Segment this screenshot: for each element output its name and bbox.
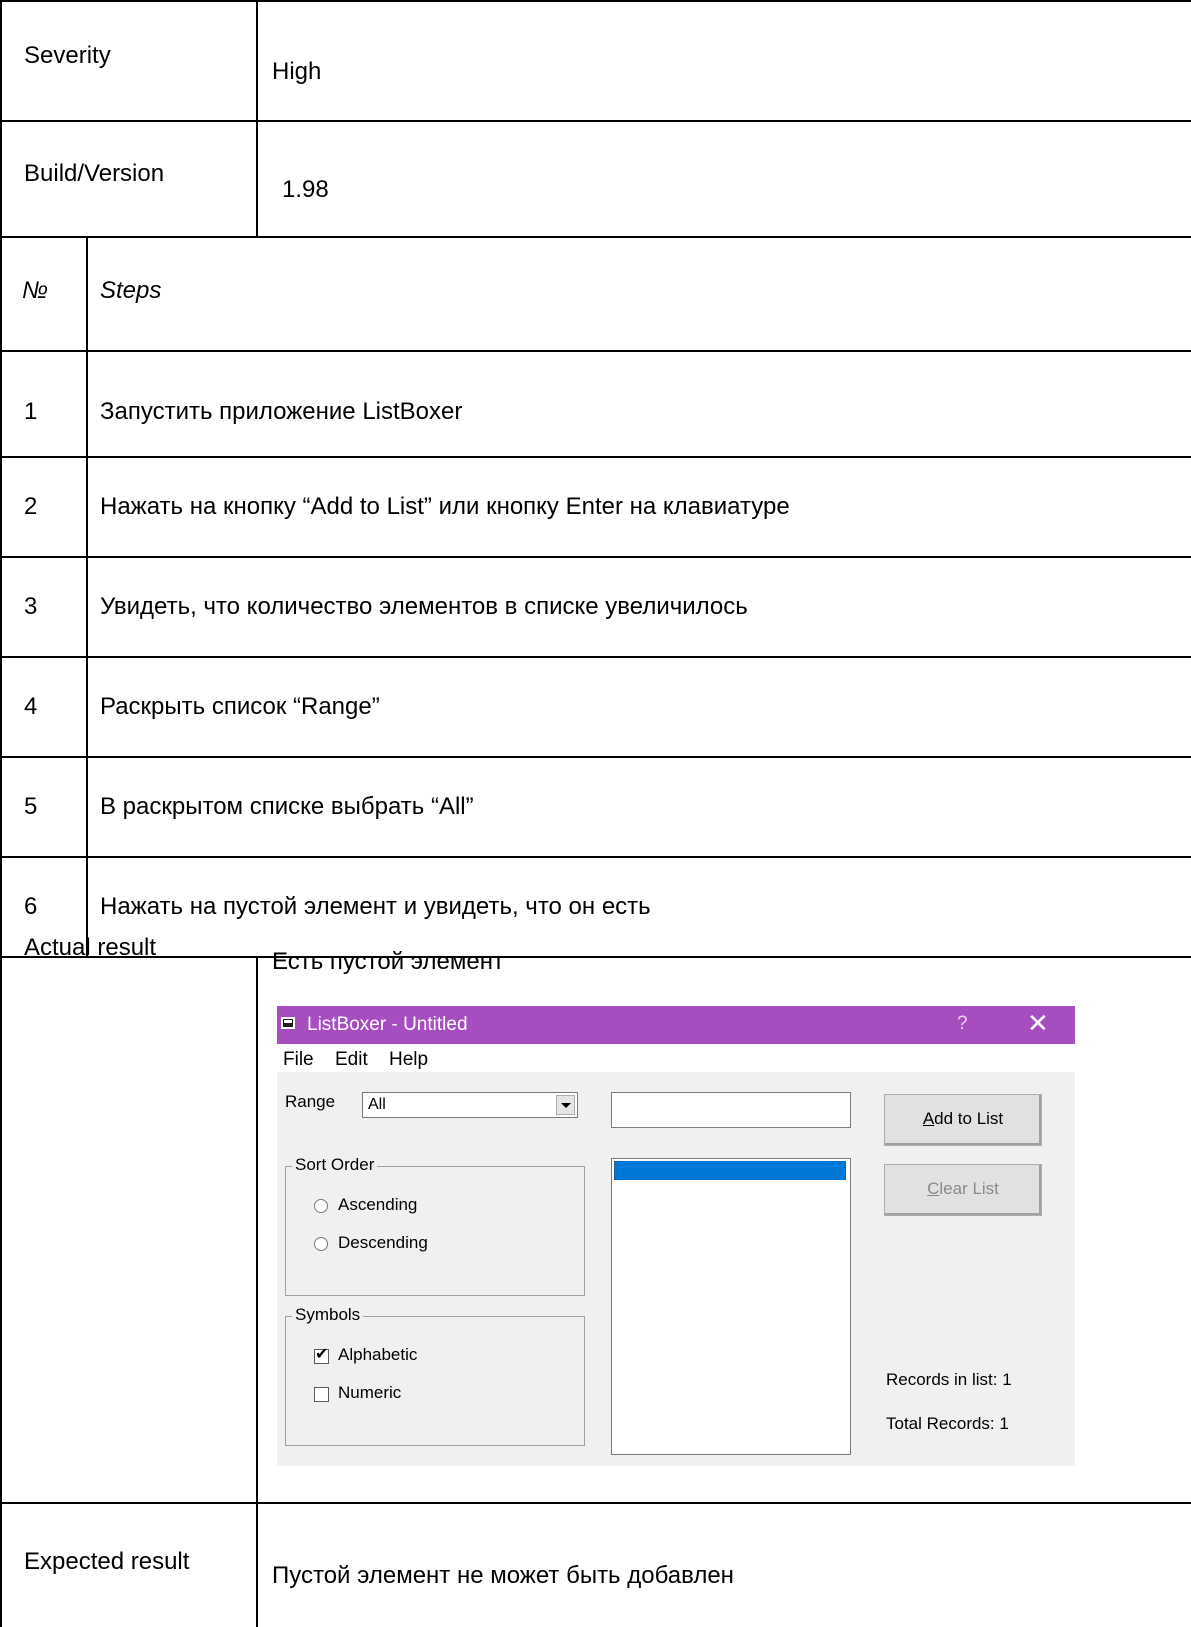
clear-label-rest: lear List	[939, 1179, 999, 1198]
step-text: Увидеть, что количество элементов в спис…	[100, 593, 748, 620]
row-divider	[0, 856, 1191, 858]
help-icon[interactable]: ?	[957, 1013, 968, 1035]
clear-list-label: Clear List	[885, 1179, 1041, 1199]
add-to-list-button[interactable]: Add to List	[884, 1094, 1042, 1146]
checkbox-numeric[interactable]	[314, 1387, 329, 1402]
sort-order-group: Sort Order Ascending Descending	[285, 1155, 585, 1296]
add-label-rest: dd to List	[934, 1109, 1004, 1128]
clear-list-button[interactable]: Clear List	[884, 1164, 1042, 1216]
numeric-label: Numeric	[338, 1383, 402, 1402]
item-text-input[interactable]	[611, 1092, 851, 1128]
total-records: Total Records: 1	[886, 1414, 1009, 1433]
actual-result-label: Actual result	[24, 934, 157, 961]
list-item-empty-selected[interactable]	[614, 1161, 846, 1180]
radio-ascending[interactable]	[314, 1199, 328, 1213]
symbols-title: Symbols	[292, 1305, 364, 1325]
range-dropdown[interactable]: All	[362, 1092, 578, 1118]
checkbox-alphabetic[interactable]: ✔	[314, 1346, 329, 1364]
table-border-top	[0, 0, 1191, 2]
window-titlebar: ListBoxer - Untitled ? ✕	[277, 1006, 1075, 1044]
menu-help[interactable]: Help	[389, 1049, 428, 1071]
step-text: В раскрытом списке выбрать “All”	[100, 793, 474, 820]
alphabetic-label: Alphabetic	[338, 1345, 418, 1364]
column-divider	[86, 236, 88, 956]
chevron-down-icon[interactable]	[556, 1095, 575, 1115]
severity-value: High	[272, 58, 322, 85]
ascending-label: Ascending	[338, 1195, 418, 1214]
symbols-group: Symbols ✔ Alphabetic Numeric	[285, 1305, 585, 1446]
step-number: 6	[24, 893, 38, 920]
expected-result-label: Expected result	[24, 1548, 190, 1575]
listboxer-screenshot: ListBoxer - Untitled ? ✕ File Edit Help …	[277, 1006, 1075, 1466]
step-number: 4	[24, 693, 38, 720]
checkmark-icon: ✔	[315, 1346, 329, 1363]
actual-result-value: Есть пустой элемент	[272, 948, 504, 975]
range-label: Range	[285, 1092, 336, 1111]
row-divider	[0, 756, 1191, 758]
step-text: Нажать на кнопку “Add to List” или кнопк…	[100, 493, 790, 520]
app-icon	[281, 1017, 295, 1029]
row-divider	[0, 456, 1191, 458]
menu-bar: File Edit Help	[277, 1044, 1075, 1072]
column-divider	[256, 956, 258, 1627]
build-label: Build/Version	[24, 160, 165, 187]
steps-header: Steps	[100, 277, 162, 304]
steps-number-header: №	[22, 277, 48, 304]
step-number: 2	[24, 493, 38, 520]
expected-result-value: Пустой элемент не может быть добавлен	[272, 1562, 734, 1589]
bug-report-table: Severity High Build/Version 1.98 № Steps…	[0, 0, 1191, 1627]
column-divider	[256, 0, 258, 236]
add-label-accel: A	[922, 1109, 935, 1128]
records-in-list: Records in list: 1	[886, 1370, 1012, 1389]
menu-edit[interactable]: Edit	[335, 1049, 368, 1071]
row-divider	[0, 1502, 1191, 1504]
close-icon[interactable]: ✕	[1027, 1008, 1049, 1039]
menu-file[interactable]: File	[283, 1049, 314, 1071]
table-border-left	[0, 0, 2, 1627]
step-text: Раскрыть список “Range”	[100, 693, 380, 720]
radio-descending[interactable]	[314, 1237, 328, 1251]
build-value: 1.98	[282, 176, 329, 203]
step-number: 5	[24, 793, 38, 820]
step-number: 1	[24, 398, 38, 425]
range-value: All	[368, 1096, 386, 1113]
step-text: Запустить приложение ListBoxer	[100, 398, 463, 425]
sort-order-title: Sort Order	[292, 1155, 378, 1175]
window-title: ListBoxer - Untitled	[307, 1014, 468, 1035]
step-text: Нажать на пустой элемент и увидеть, что …	[100, 893, 651, 920]
add-to-list-label: Add to List	[885, 1109, 1041, 1129]
row-divider	[0, 956, 1191, 958]
row-divider	[0, 120, 1191, 122]
row-divider	[0, 556, 1191, 558]
row-divider	[0, 350, 1191, 352]
severity-label: Severity	[24, 42, 111, 69]
row-divider	[0, 656, 1191, 658]
row-divider	[0, 236, 1191, 238]
items-listbox[interactable]	[611, 1158, 851, 1455]
step-number: 3	[24, 593, 38, 620]
clear-label-accel: C	[927, 1179, 940, 1198]
descending-label: Descending	[338, 1233, 428, 1252]
